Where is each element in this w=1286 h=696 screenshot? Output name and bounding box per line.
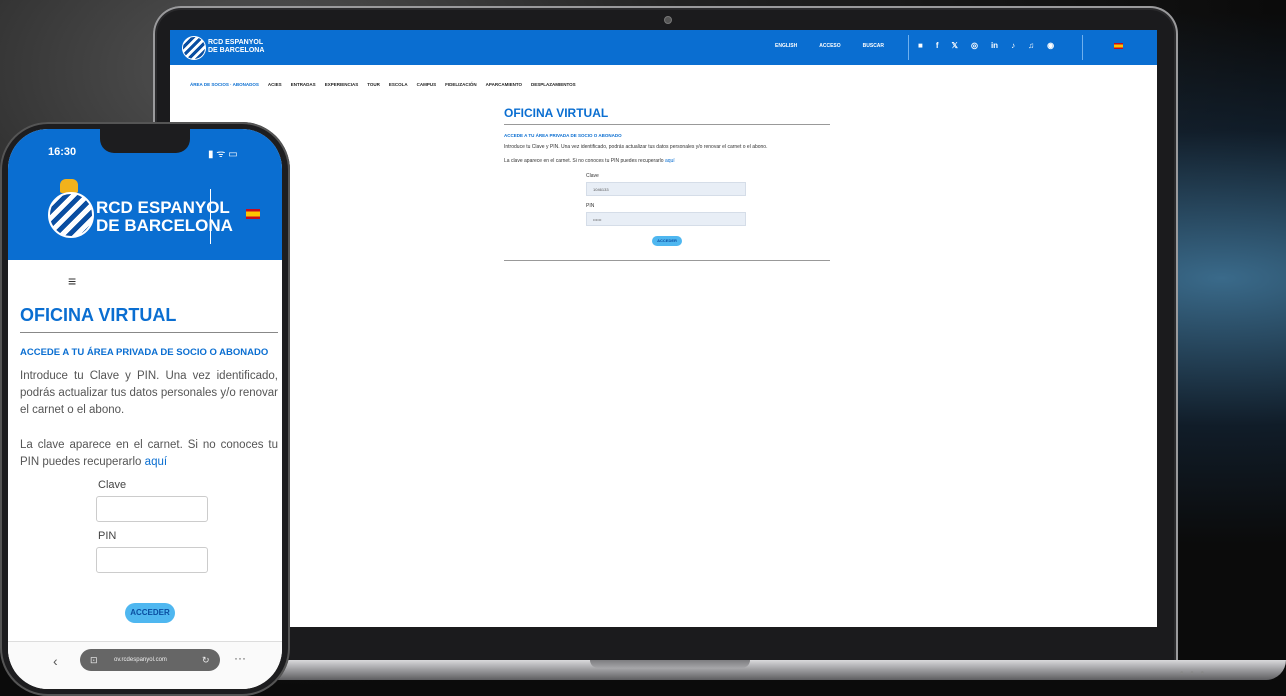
hamburger-menu-icon[interactable]: ≡	[68, 273, 76, 289]
spain-flag-icon[interactable]	[246, 209, 260, 219]
recovery-sentence: La clave aparece en el carnet. Si no con…	[504, 158, 664, 164]
nav-item-aparcamiento[interactable]: APARCAMIENTO	[486, 82, 522, 87]
recovery-link[interactable]: aquí	[145, 456, 167, 468]
brand-line-2: DE BARCELONA	[208, 47, 265, 54]
intro-text: Introduce tu Clave y PIN. Una vez identi…	[20, 370, 278, 416]
recovery-link[interactable]: aquí	[665, 158, 675, 164]
language-link[interactable]: ENGLISH	[775, 43, 797, 49]
panel-divider	[504, 260, 830, 261]
top-links: ENGLISH ACCESO BUSCAR	[775, 43, 884, 49]
social-links: ■ f 𝕏 ◎ in ♪ ♫ ◉	[918, 41, 1054, 50]
tiktok-icon[interactable]: ♪	[1011, 41, 1015, 50]
nav-item-escola[interactable]: ESCOLA	[389, 82, 408, 87]
status-icons: ▮ ᯤ ▭	[208, 149, 238, 160]
club-crest-icon[interactable]	[182, 36, 206, 60]
back-icon[interactable]: ‹	[53, 653, 58, 669]
whatsapp-icon[interactable]: ◉	[1047, 41, 1054, 50]
nav-item-tour[interactable]: TOUR	[367, 82, 380, 87]
login-panel: OFICINA VIRTUAL ACCEDE A TU ÁREA PRIVADA…	[504, 106, 830, 261]
pin-label: PIN	[98, 530, 117, 542]
page-subtitle: ACCEDE A TU ÁREA PRIVADA DE SOCIO O ABON…	[504, 133, 622, 138]
club-crest-icon[interactable]	[48, 192, 94, 238]
nav-item-entradas[interactable]: ENTRADAS	[291, 82, 316, 87]
brand-line-1: RCD ESPANYOL	[96, 198, 230, 217]
menu-bar	[8, 260, 282, 300]
clave-label: Clave	[98, 479, 127, 491]
nav-item-fidelizacion[interactable]: FIDELIZACIÓN	[445, 82, 477, 87]
crown-icon	[60, 179, 78, 193]
pin-input[interactable]: ••••••	[586, 212, 746, 226]
pin-input[interactable]	[96, 547, 208, 573]
recovery-text: La clave aparece en el carnet. Si no con…	[504, 157, 830, 166]
search-link[interactable]: BUSCAR	[863, 43, 884, 49]
header-divider	[1082, 35, 1083, 60]
login-link[interactable]: ACCESO	[819, 43, 840, 49]
pin-label: PIN	[586, 203, 595, 209]
header-divider	[908, 35, 909, 60]
social-icon[interactable]: ■	[918, 41, 923, 50]
status-time: 16:30	[48, 146, 77, 158]
nav-item-acies[interactable]: ACIES	[268, 82, 282, 87]
site-brand[interactable]: RCD ESPANYOL DE BARCELONA	[208, 39, 268, 55]
brand-line-2: DE BARCELONA	[96, 216, 233, 235]
nav-item-experiencias[interactable]: EXPERIENCIAS	[325, 82, 359, 87]
page-title: OFICINA VIRTUAL	[504, 106, 830, 125]
music-icon[interactable]: ♫	[1028, 41, 1034, 50]
nav-item-desplazamientos[interactable]: DESPLAZAMIENTOS	[531, 82, 576, 87]
reload-icon[interactable]: ↻	[202, 649, 210, 671]
laptop-indicator-icon: • • •	[1180, 668, 1207, 679]
acceder-button[interactable]: ACCEDER	[125, 603, 175, 623]
webcam-icon	[664, 16, 672, 24]
instagram-icon[interactable]: ◎	[971, 41, 978, 50]
phone-notch	[100, 129, 190, 153]
tabs-icon[interactable]: ⊡	[90, 649, 98, 671]
laptop-notch	[590, 660, 750, 668]
spain-flag-icon[interactable]	[1114, 43, 1123, 49]
intro-text: Introduce tu Clave y PIN. Una vez identi…	[504, 144, 768, 150]
recovery-text: La clave aparece en el carnet. Si no con…	[20, 437, 278, 471]
page-title: OFICINA VIRTUAL	[20, 305, 278, 333]
url-text: ov.rcdespanyol.com	[114, 657, 167, 663]
nav-item-socios[interactable]: ÁREA DE SOCIOS · ABONADOS	[190, 82, 259, 87]
header-divider	[210, 189, 211, 244]
acceder-button[interactable]: ACCEDER	[652, 236, 682, 246]
brand-line-1: RCD ESPANYOL	[208, 39, 264, 46]
facebook-icon[interactable]: f	[936, 41, 939, 50]
more-icon[interactable]: ···	[234, 651, 246, 665]
phone-screen: 16:30 ▮ ᯤ ▭ RCD ESPANYOL DE BARCELONA ≡ …	[8, 129, 282, 689]
laptop-screen: RCD ESPANYOL DE BARCELONA ENGLISH ACCESO…	[170, 30, 1157, 627]
page-subtitle: ACCEDE A TU ÁREA PRIVADA DE SOCIO O ABON…	[20, 347, 269, 358]
x-twitter-icon[interactable]: 𝕏	[952, 41, 958, 50]
clave-label: Clave	[586, 173, 599, 179]
clave-input[interactable]: 1046133	[586, 182, 746, 196]
linkedin-icon[interactable]: in	[991, 41, 998, 50]
site-header: RCD ESPANYOL DE BARCELONA ENGLISH ACCESO…	[170, 30, 1157, 65]
url-bar[interactable]: ⊡ ov.rcdespanyol.com ↻	[80, 649, 220, 671]
nav-item-campus[interactable]: CAMPUS	[417, 82, 437, 87]
phone-brand[interactable]: RCD ESPANYOL DE BARCELONA	[96, 199, 233, 235]
clave-input[interactable]	[96, 496, 208, 522]
main-nav: ÁREA DE SOCIOS · ABONADOS ACIES ENTRADAS…	[190, 82, 576, 87]
login-panel: OFICINA VIRTUAL ACCEDE A TU ÁREA PRIVADA…	[20, 305, 278, 573]
